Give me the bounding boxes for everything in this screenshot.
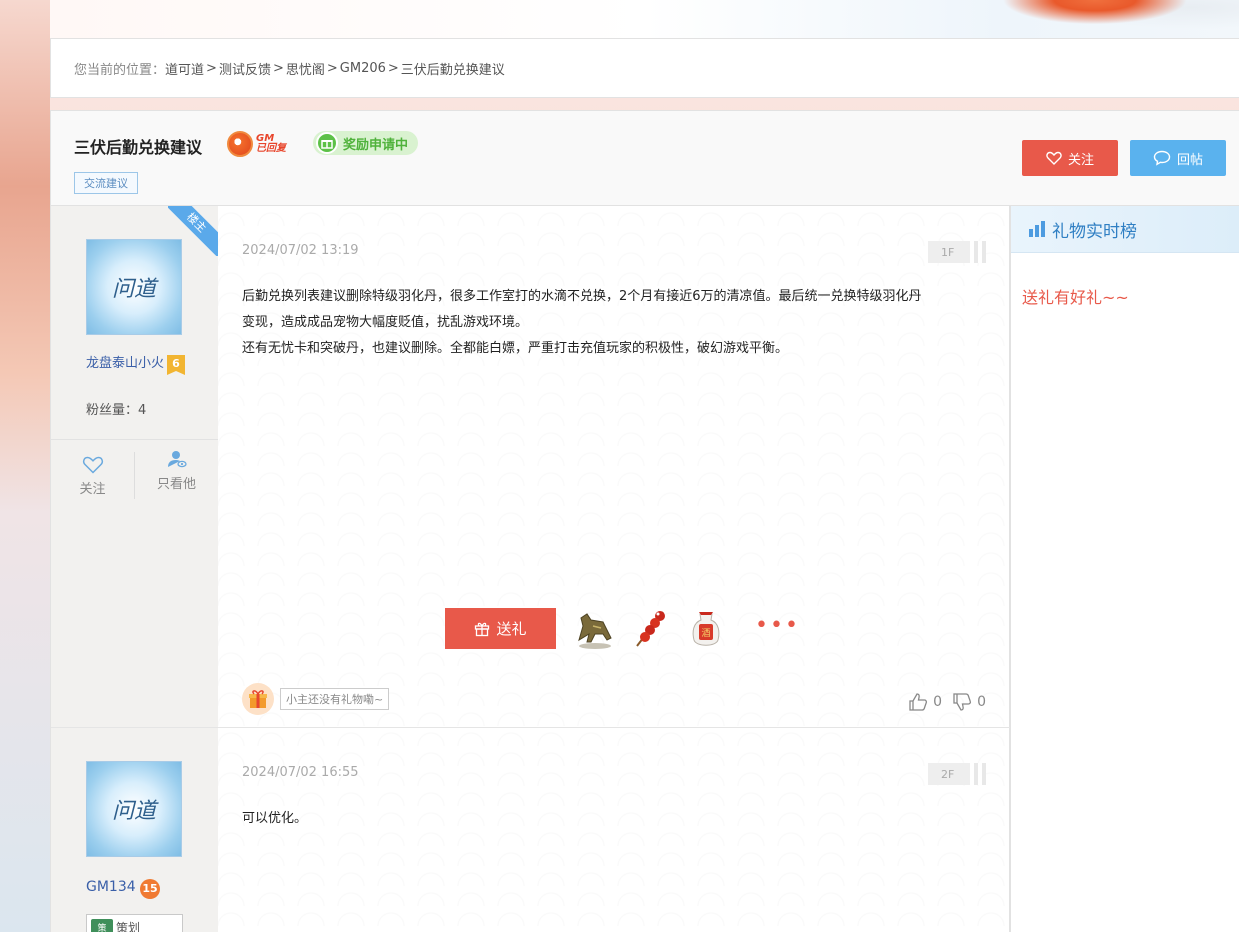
gm-mascot-icon xyxy=(227,131,253,157)
send-gift-label: 送礼 xyxy=(496,620,527,638)
more-gifts-button[interactable]: ••• xyxy=(755,615,800,637)
only-view-author-label: 只看他 xyxy=(156,477,196,492)
gift-record: 小主还没有礼物嘞~ xyxy=(242,683,390,715)
author-panel: 问道 GM134 15 策 策划 xyxy=(51,728,218,932)
avatar[interactable]: 问道 xyxy=(86,761,182,857)
fans-count: 粉丝量：4 xyxy=(86,403,147,418)
reply-label: 回帖 xyxy=(1176,152,1203,168)
thumbs-down-icon[interactable] xyxy=(952,692,972,712)
like-count: 0 xyxy=(933,694,943,710)
gift-ranking-header: 礼物实时榜 xyxy=(1011,206,1239,253)
thread-header: 三伏后勤兑换建议 GM 已回复 奖励申请中 交流建议 关注 回帖 xyxy=(50,110,1239,206)
bar-chart-icon xyxy=(1029,221,1045,237)
svg-text:酒: 酒 xyxy=(701,628,710,639)
gm-replied-badge: GM 已回复 xyxy=(227,130,299,158)
floor-number: 2F xyxy=(928,763,986,785)
bronze-horse-gift-icon[interactable] xyxy=(573,606,615,652)
thread-title: 三伏后勤兑换建议 xyxy=(74,138,203,157)
username[interactable]: 龙盘泰山小火 xyxy=(86,355,166,372)
post-content-line: 后勤兑换列表建议删除特级羽化丹，很多工作室打的水滴不兑换，2个月有接近6万的清凉… xyxy=(242,289,922,304)
candied-haws-gift-icon[interactable] xyxy=(631,606,673,652)
role-badge: 策 策划 xyxy=(86,914,183,932)
floor-number: 1F xyxy=(928,241,986,263)
role-icon: 策 xyxy=(91,919,113,932)
banner-decoration xyxy=(999,0,1239,38)
role-label: 策划 xyxy=(116,920,141,932)
post-content: 可以优化。 xyxy=(242,806,992,832)
gift-icon xyxy=(475,622,490,636)
category-tag[interactable]: 交流建议 xyxy=(74,172,138,194)
breadcrumb-separator: > xyxy=(326,60,338,76)
level-badge: 15 xyxy=(140,879,160,899)
gift-box-icon xyxy=(316,132,338,154)
wine-jar-gift-icon[interactable]: 酒 xyxy=(685,606,727,652)
level-badge: 6 xyxy=(167,355,185,375)
post-floor-2: 问道 GM134 15 策 策划 2024/07/02 16:55 2F 可以优… xyxy=(51,728,1010,932)
gift-box-icon xyxy=(242,683,274,715)
follow-label: 关注 xyxy=(1067,152,1094,168)
vote-bar: 0 0 xyxy=(908,692,986,712)
breadcrumb-item[interactable]: 思忧阁 xyxy=(286,59,325,78)
reply-button[interactable]: 回帖 xyxy=(1130,140,1226,176)
gm-badge-bottom: 已回复 xyxy=(256,143,286,154)
comment-icon xyxy=(1153,150,1171,166)
follow-author-button[interactable]: 关注 xyxy=(51,452,135,499)
author-panel: 楼主 问道 龙盘泰山小火 6 粉丝量：4 关注 只看他 xyxy=(51,206,218,727)
post-floor-1: 楼主 问道 龙盘泰山小火 6 粉丝量：4 关注 只看他 2024/07/02 1… xyxy=(51,206,1010,728)
dislike-count: 0 xyxy=(977,694,986,710)
reward-status-label: 奖励申请中 xyxy=(343,137,409,153)
follow-author-label: 关注 xyxy=(79,482,106,497)
author-actions: 关注 只看他 xyxy=(51,439,218,499)
username[interactable]: GM134 xyxy=(86,879,136,895)
user-eye-icon xyxy=(167,451,187,468)
breadcrumb-separator: > xyxy=(272,60,284,76)
post-content-line: 变现，造成成品宠物大幅度贬值，扰乱游戏环境。 xyxy=(242,315,529,330)
gift-promo-text: 送礼有好礼~~ xyxy=(1022,288,1129,307)
follow-thread-button[interactable]: 关注 xyxy=(1022,140,1118,176)
breadcrumb-separator: > xyxy=(387,60,399,76)
post-date: 2024/07/02 13:19 xyxy=(242,243,359,258)
avatar[interactable]: 问道 xyxy=(86,239,182,335)
post-content-line: 还有无忧卡和突破丹，也建议删除。全都能白嫖，严重打击充值玩家的积极性，破幻游戏平… xyxy=(242,341,789,356)
breadcrumb-separator: > xyxy=(206,60,217,76)
send-gift-button[interactable]: 送礼 xyxy=(445,608,556,649)
breadcrumb-prefix: 您当前的位置： xyxy=(74,62,166,78)
breadcrumb-item[interactable]: 测试反馈 xyxy=(219,59,271,78)
only-view-author-button[interactable]: 只看他 xyxy=(135,440,218,499)
heart-icon xyxy=(1046,151,1062,165)
post-date: 2024/07/02 16:55 xyxy=(242,765,359,780)
post-list: 楼主 问道 龙盘泰山小火 6 粉丝量：4 关注 只看他 2024/07/02 1… xyxy=(50,206,1010,932)
breadcrumb-item[interactable]: 道可道 xyxy=(165,59,204,78)
reward-status-badge: 奖励申请中 xyxy=(313,131,419,155)
thumbs-up-icon[interactable] xyxy=(908,692,928,712)
gift-ranking-title: 礼物实时榜 xyxy=(1052,221,1137,242)
gift-ranking-sidebar: 礼物实时榜 送礼有好礼~~ xyxy=(1010,206,1239,932)
heart-outline-icon xyxy=(82,456,103,474)
breadcrumb-current: 三伏后勤兑换建议 xyxy=(400,62,505,78)
post-content-line: 可以优化。 xyxy=(242,811,308,826)
background-left xyxy=(0,0,50,932)
no-gift-tip: 小主还没有礼物嘞~ xyxy=(280,688,390,710)
breadcrumb-item[interactable]: GM206 xyxy=(340,61,386,76)
breadcrumb: 您当前的位置： 道可道 > 测试反馈 > 思忧阁 > GM206 > 三伏后勤兑换建议 xyxy=(50,38,1239,98)
post-content: 后勤兑换列表建议删除特级羽化丹，很多工作室打的水滴不兑换，2个月有接近6万的清凉… xyxy=(242,284,992,362)
